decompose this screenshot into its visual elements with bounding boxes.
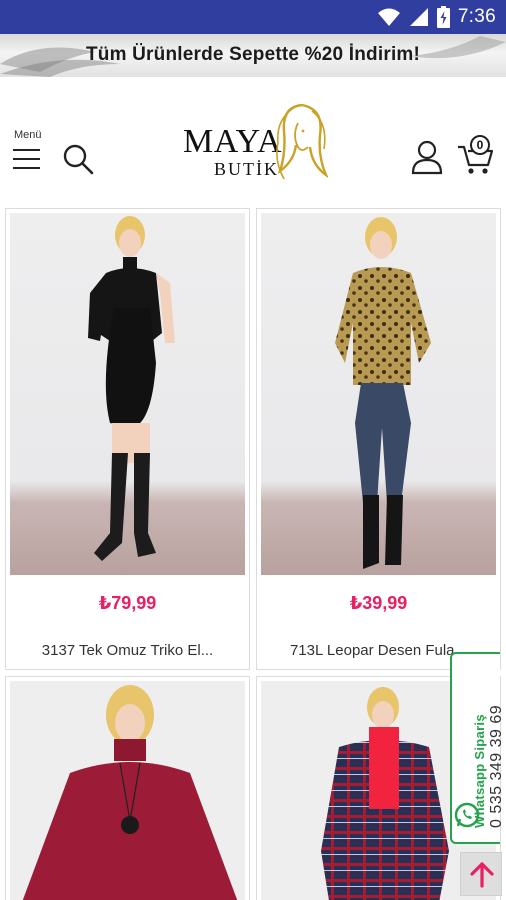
status-time: 7:36 bbox=[457, 6, 496, 27]
product-image[interactable] bbox=[10, 681, 245, 900]
user-icon bbox=[411, 140, 443, 175]
product-price: ₺79,99 bbox=[98, 593, 157, 613]
whatsapp-order-tab[interactable]: Whatsapp Sipariş 0 535 349 39 69 bbox=[450, 652, 505, 844]
cart-button[interactable]: 0 bbox=[456, 133, 496, 175]
arrow-up-icon bbox=[470, 862, 494, 888]
menu-label: Menü bbox=[14, 129, 42, 141]
whatsapp-icon bbox=[454, 802, 480, 828]
product-card[interactable]: ₺79,99 3137 Tek Omuz Triko El... bbox=[5, 208, 250, 670]
promo-text: Tüm Ürünlerde Sepette %20 İndirim! bbox=[85, 44, 421, 65]
account-button[interactable] bbox=[410, 139, 444, 175]
cart-count-badge: 0 bbox=[470, 135, 490, 155]
product-price: ₺39,99 bbox=[349, 593, 408, 613]
battery-icon bbox=[436, 6, 450, 28]
menu-button[interactable] bbox=[12, 145, 42, 173]
store-logo[interactable]: MAYA BUTİK bbox=[180, 99, 330, 185]
status-bar: 7:36 bbox=[0, 0, 506, 34]
product-name[interactable]: 3137 Tek Omuz Triko El... bbox=[18, 642, 237, 659]
status-icons: 7:36 bbox=[377, 0, 496, 34]
product-card[interactable]: ₺39,99 713L Leopar Desen Fula... bbox=[256, 208, 501, 670]
model-leopard-shirt-figure bbox=[335, 217, 431, 569]
logo-butik-text: BUTİK bbox=[214, 159, 279, 179]
product-card[interactable] bbox=[5, 676, 250, 900]
signal-icon bbox=[409, 8, 428, 26]
product-image[interactable] bbox=[10, 213, 245, 575]
whatsapp-phone[interactable]: 0 535 349 39 69 bbox=[488, 705, 506, 828]
product-image[interactable] bbox=[261, 213, 496, 575]
scroll-to-top-button[interactable] bbox=[460, 852, 502, 896]
logo-maya-text: MAYA bbox=[183, 123, 283, 160]
product-grid: ₺79,99 3137 Tek Omuz Triko El... ₺39,99 … bbox=[0, 203, 506, 900]
wifi-icon bbox=[377, 8, 400, 26]
search-button[interactable] bbox=[62, 143, 94, 175]
model-red-sweater-figure bbox=[22, 685, 238, 900]
model-black-dress-figure bbox=[88, 216, 175, 561]
promo-banner[interactable]: Tüm Ürünlerde Sepette %20 İndirim! bbox=[0, 34, 506, 77]
hamburger-icon bbox=[13, 149, 40, 169]
site-header: Menü MAYA BUTİK 0 bbox=[0, 77, 506, 203]
logo-face-icon bbox=[276, 103, 328, 180]
search-icon bbox=[63, 144, 94, 175]
